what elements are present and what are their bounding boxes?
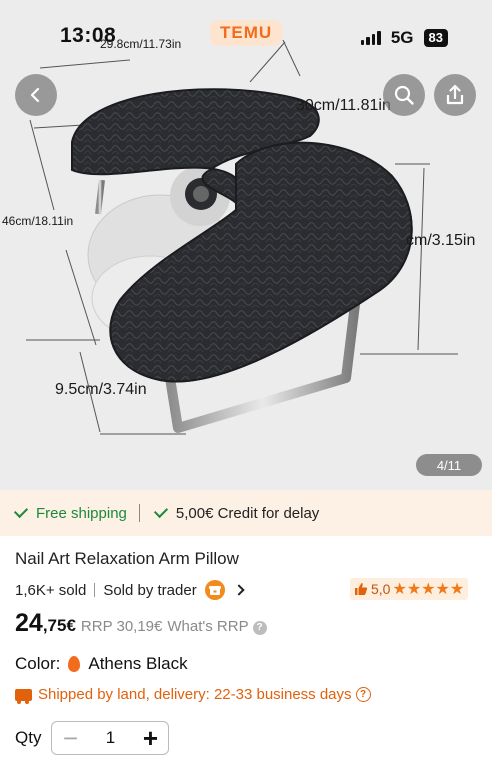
divider — [94, 583, 96, 597]
share-icon — [446, 84, 464, 105]
dimension-top-width: 29.8cm/11.73in — [100, 37, 182, 51]
color-selector[interactable]: Color: Athens Black — [15, 654, 188, 674]
color-label: Color: — [15, 654, 61, 673]
share-button[interactable] — [434, 74, 476, 116]
seller-row[interactable]: 1,6K+ sold Sold by trader — [15, 580, 245, 600]
check-icon — [153, 503, 168, 519]
decrement-button[interactable]: − — [60, 725, 80, 751]
sold-count: 1,6K+ sold — [15, 581, 87, 599]
battery-icon: 83 — [423, 29, 448, 47]
price-row: 24 ,75€ RRP 30,19€ What's RRP ? — [15, 609, 267, 638]
image-counter: 4/11 — [416, 454, 482, 476]
delivery-help-icon[interactable]: ? — [355, 687, 371, 702]
quantity-row: Qty − 1 + — [15, 721, 170, 755]
search-icon — [394, 85, 414, 105]
delay-credit-label: 5,00€ Credit for delay — [175, 504, 320, 522]
price-cents: ,75€ — [42, 616, 76, 635]
divider — [138, 504, 140, 522]
product-title: Nail Art Relaxation Arm Pillow — [15, 549, 239, 568]
qty-label: Qty — [15, 728, 42, 747]
product-image-gallery[interactable]: 13:08 5G 83 TEMU 29.8cm/11.73in 30cm/11.… — [0, 0, 492, 490]
delivery-info[interactable]: Shipped by land, delivery: 22-33 busines… — [15, 686, 371, 704]
seller-label: Sold by trader — [103, 581, 197, 599]
increment-button[interactable]: + — [140, 725, 160, 751]
whats-rrp-link[interactable]: What's RRP — [167, 618, 248, 635]
free-shipping-label: Free shipping — [36, 504, 127, 522]
chevron-right-icon — [233, 584, 245, 596]
rating-badge[interactable]: 5,0 ★★★★★ — [350, 578, 469, 600]
check-icon — [13, 503, 29, 519]
color-value: Athens Black — [88, 654, 188, 673]
thumbs-up-icon — [355, 583, 368, 595]
store-icon — [204, 580, 225, 600]
search-button[interactable] — [383, 74, 425, 116]
quantity-stepper[interactable]: − 1 + — [51, 721, 170, 755]
network-type: 5G — [390, 28, 414, 47]
dimension-depth: 30cm/11.81in — [296, 97, 391, 114]
quantity-value[interactable]: 1 — [106, 728, 115, 748]
dimension-thickness: cm/3.15in — [406, 232, 476, 249]
star-rating-icons: ★★★★★ — [392, 581, 465, 598]
help-icon[interactable]: ? — [252, 620, 267, 635]
back-button[interactable] — [15, 74, 57, 116]
chevron-left-icon — [30, 87, 40, 103]
temu-logo: TEMU — [210, 20, 283, 46]
rrp-price: RRP 30,19€ — [80, 618, 163, 635]
flame-icon — [68, 656, 81, 672]
shipping-benefits-strip[interactable]: Free shipping 5,00€ Credit for delay — [0, 490, 492, 536]
signal-icon — [360, 31, 381, 45]
truck-icon — [15, 688, 32, 704]
dimension-height: 46cm/18.11in — [2, 214, 74, 228]
dimension-base: 9.5cm/3.74in — [55, 381, 147, 398]
price-whole: 24 — [15, 609, 43, 637]
status-indicators: 5G 83 — [360, 28, 448, 48]
delivery-text: Shipped by land, delivery: 22-33 busines… — [38, 686, 352, 703]
rating-value: 5,0 — [371, 581, 391, 597]
